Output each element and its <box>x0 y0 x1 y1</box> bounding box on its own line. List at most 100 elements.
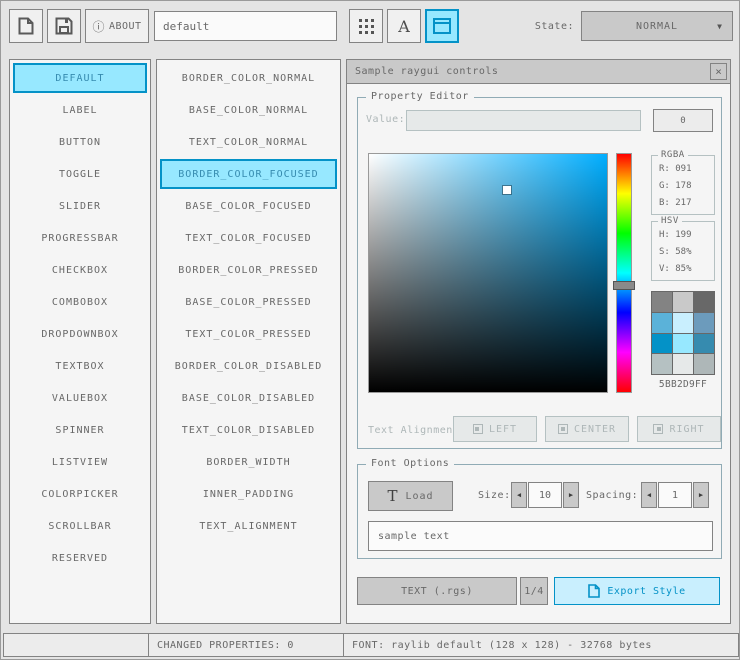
controls-list: DEFAULT LABEL BUTTON TOGGLE SLIDER PROGR… <box>9 59 151 624</box>
style-editor-button[interactable] <box>425 9 459 43</box>
status-cell-empty <box>3 633 149 657</box>
property-item-text-color-pressed[interactable]: TEXT_COLOR_PRESSED <box>160 319 337 349</box>
align-right-icon <box>653 424 664 434</box>
rgba-blue-value: B: 217 <box>659 198 692 208</box>
style-color-swatch[interactable] <box>673 292 693 312</box>
spacing-value[interactable]: 1 <box>658 482 692 508</box>
control-item-label[interactable]: LABEL <box>13 95 147 125</box>
property-item-text-color-normal[interactable]: TEXT_COLOR_NORMAL <box>160 127 337 157</box>
property-item-text-alignment[interactable]: TEXT_ALIGNMENT <box>160 511 337 541</box>
property-item-border-color-focused[interactable]: BORDER_COLOR_FOCUSED <box>160 159 337 189</box>
control-item-dropdownbox[interactable]: DROPDOWNBOX <box>13 319 147 349</box>
font-view-button[interactable]: A <box>387 9 421 43</box>
export-style-button[interactable]: Export Style <box>554 577 720 605</box>
hsv-hue-value: H: 199 <box>659 230 692 240</box>
about-button-label: ABOUT <box>108 20 142 32</box>
style-color-swatch[interactable] <box>652 333 672 354</box>
control-item-slider[interactable]: SLIDER <box>13 191 147 221</box>
export-style-label: Export Style <box>607 585 686 597</box>
hue-slider-handle[interactable] <box>613 280 635 290</box>
value-button[interactable]: 0 <box>653 109 713 132</box>
control-item-colorpicker[interactable]: COLORPICKER <box>13 479 147 509</box>
window-close-button[interactable]: × <box>710 63 727 80</box>
state-label: State: <box>534 21 574 32</box>
sample-text: sample text <box>378 530 450 542</box>
style-name-input[interactable] <box>154 11 337 41</box>
property-item-border-color-normal[interactable]: BORDER_COLOR_NORMAL <box>160 63 337 93</box>
align-left-icon <box>472 424 483 434</box>
rguistyler-app: ⓘ ABOUT A State: NORMAL ▼ DEFAULT LABEL … <box>0 0 740 660</box>
property-item-border-width[interactable]: BORDER_WIDTH <box>160 447 337 477</box>
size-decrement-button[interactable]: ◀ <box>511 482 527 508</box>
about-button[interactable]: ⓘ ABOUT <box>85 9 149 43</box>
style-color-swatch[interactable] <box>652 354 672 374</box>
spacing-increment-button[interactable]: ▶ <box>693 482 709 508</box>
style-color-swatch[interactable] <box>652 292 672 312</box>
property-item-base-color-focused[interactable]: BASE_COLOR_FOCUSED <box>160 191 337 221</box>
control-item-button[interactable]: BUTTON <box>13 127 147 157</box>
new-style-button[interactable] <box>9 9 43 43</box>
style-color-swatch[interactable] <box>694 292 714 312</box>
save-floppy-icon <box>55 17 73 35</box>
color-cursor[interactable] <box>503 185 512 194</box>
style-color-swatch[interactable] <box>652 312 672 333</box>
style-color-swatch[interactable] <box>673 312 693 333</box>
align-left-button[interactable]: LEFT <box>453 416 537 442</box>
value-input[interactable] <box>406 110 641 131</box>
hue-slider[interactable] <box>613 153 635 393</box>
sample-controls-window: Sample raygui controls × Property Editor… <box>346 59 731 624</box>
style-color-swatch[interactable] <box>673 354 693 374</box>
property-item-base-color-normal[interactable]: BASE_COLOR_NORMAL <box>160 95 337 125</box>
property-item-border-color-pressed[interactable]: BORDER_COLOR_PRESSED <box>160 255 337 285</box>
hsv-saturation-value: S: 58% <box>659 247 692 257</box>
color-saturation-panel[interactable] <box>368 153 608 393</box>
size-value[interactable]: 10 <box>528 482 562 508</box>
control-item-combobox[interactable]: COMBOBOX <box>13 287 147 317</box>
format-page-button[interactable]: 1/4 <box>520 577 548 605</box>
arrow-left-icon: ◀ <box>516 491 522 499</box>
property-item-text-color-disabled[interactable]: TEXT_COLOR_DISABLED <box>160 415 337 445</box>
sample-text-box[interactable]: sample text <box>368 521 713 551</box>
style-color-swatch[interactable] <box>694 354 714 374</box>
control-item-checkbox[interactable]: CHECKBOX <box>13 255 147 285</box>
window-title: Sample raygui controls <box>355 66 499 77</box>
control-item-scrollbar[interactable]: SCROLLBAR <box>13 511 147 541</box>
style-color-swatch[interactable] <box>673 333 693 354</box>
property-item-text-color-focused[interactable]: TEXT_COLOR_FOCUSED <box>160 223 337 253</box>
property-editor-group: Property Editor Value: 0 RGBA R: 091 G: … <box>357 91 722 449</box>
property-item-base-color-disabled[interactable]: BASE_COLOR_DISABLED <box>160 383 337 413</box>
rgba-green-value: G: 178 <box>659 181 692 191</box>
control-item-valuebox[interactable]: VALUEBOX <box>13 383 147 413</box>
save-style-button[interactable] <box>47 9 81 43</box>
control-item-progressbar[interactable]: PROGRESSBAR <box>13 223 147 253</box>
control-item-spinner[interactable]: SPINNER <box>13 415 147 445</box>
grid-view-button[interactable] <box>349 9 383 43</box>
style-color-swatch[interactable] <box>694 312 714 333</box>
control-item-textbox[interactable]: TEXTBOX <box>13 351 147 381</box>
style-color-swatch[interactable] <box>694 333 714 354</box>
status-bar: CHANGED PROPERTIES: 0 FONT: raylib defau… <box>3 633 739 657</box>
state-dropdown[interactable]: NORMAL ▼ <box>581 11 733 41</box>
control-item-listview[interactable]: LISTVIEW <box>13 447 147 477</box>
new-file-icon <box>18 17 34 35</box>
spacing-decrement-button[interactable]: ◀ <box>641 482 657 508</box>
style-color-grid <box>651 291 715 375</box>
property-item-border-color-disabled[interactable]: BORDER_COLOR_DISABLED <box>160 351 337 381</box>
rgba-red-value: R: 091 <box>659 164 692 174</box>
control-item-toggle[interactable]: TOGGLE <box>13 159 147 189</box>
rgba-group: RGBA R: 091 G: 178 B: 217 <box>651 150 715 215</box>
align-right-button[interactable]: RIGHT <box>637 416 721 442</box>
size-increment-button[interactable]: ▶ <box>563 482 579 508</box>
window-titlebar[interactable]: Sample raygui controls <box>347 60 730 84</box>
control-item-default[interactable]: DEFAULT <box>13 63 147 93</box>
load-font-button[interactable]: T Load <box>368 481 453 511</box>
property-item-base-color-pressed[interactable]: BASE_COLOR_PRESSED <box>160 287 337 317</box>
export-format-button[interactable]: TEXT (.rgs) <box>357 577 517 605</box>
hsv-group-label: HSV <box>658 216 682 226</box>
hex-color-value: 5BB2D9FF <box>658 379 708 390</box>
chevron-down-icon: ▼ <box>717 22 723 31</box>
property-item-inner-padding[interactable]: INNER_PADDING <box>160 479 337 509</box>
control-item-reserved[interactable]: RESERVED <box>13 543 147 573</box>
align-center-button[interactable]: CENTER <box>545 416 629 442</box>
rgba-group-label: RGBA <box>658 150 688 160</box>
